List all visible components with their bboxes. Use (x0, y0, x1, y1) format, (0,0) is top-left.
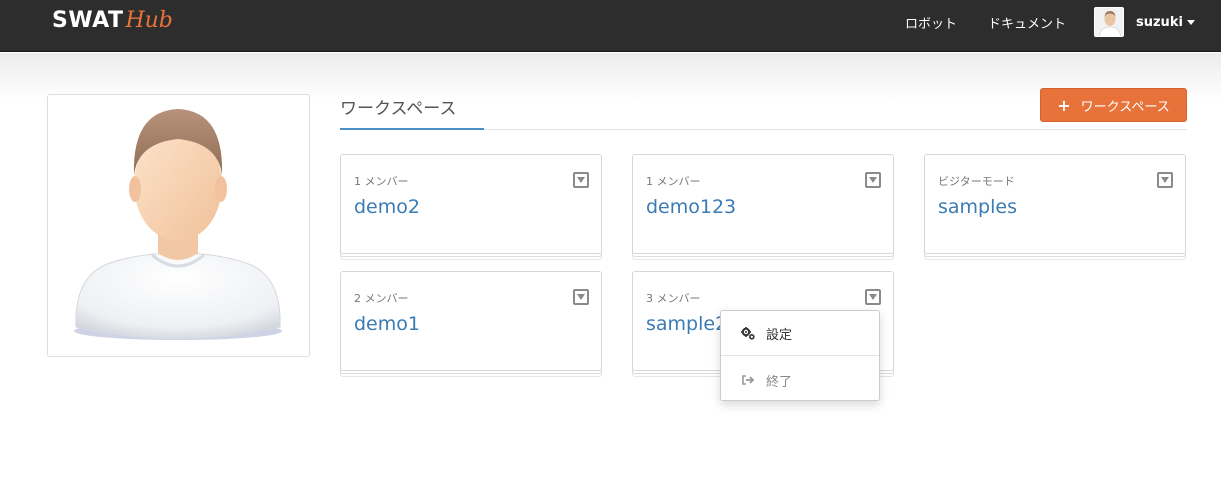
workspace-card[interactable]: ビジターモード samples (924, 154, 1186, 254)
workspace-card[interactable]: 1 メンバー demo2 (340, 154, 602, 254)
brand-sub-text: Hub (125, 8, 173, 33)
dropdown-item-exit[interactable]: 終了 (721, 360, 879, 400)
section-title-underline (340, 128, 484, 130)
workspace-member-count: ビジターモード (938, 175, 1015, 188)
workspace-card[interactable]: 2 メンバー demo1 (340, 271, 602, 371)
nav-link-robot[interactable]: ロボット (905, 13, 957, 32)
caret-square-down-icon[interactable] (573, 172, 589, 188)
user-menu-toggle[interactable]: suzuki (1094, 7, 1195, 37)
caret-square-down-icon[interactable] (865, 172, 881, 188)
nav-avatar (1094, 7, 1124, 37)
workspace-member-count: 3 メンバー (646, 292, 701, 305)
user-avatar-icon (1095, 8, 1123, 36)
sign-out-icon (742, 375, 755, 385)
dropdown-item-settings[interactable]: 設定 (721, 313, 879, 353)
caret-square-down-icon[interactable] (573, 289, 589, 305)
chevron-down-icon (1186, 19, 1195, 25)
top-navbar: SWAT Hub ロボット ドキュメント suzuki (0, 0, 1221, 52)
workspace-member-count: 1 メンバー (354, 175, 409, 188)
gears-icon (741, 327, 755, 340)
workspace-member-count: 2 メンバー (354, 292, 409, 305)
workspace-name-link[interactable]: demo1 (354, 313, 420, 335)
dropdown-item-settings-label: 設定 (766, 327, 793, 343)
workspace-name-link[interactable]: demo2 (354, 196, 420, 218)
workspace-name-link[interactable]: sample2 (646, 313, 727, 335)
workspace-card[interactable]: 1 メンバー demo123 (632, 154, 894, 254)
plus-icon: + (1057, 95, 1071, 115)
nav-link-docs[interactable]: ドキュメント (988, 13, 1066, 32)
profile-avatar-card (47, 94, 310, 357)
brand-logo[interactable]: SWAT Hub (52, 8, 173, 38)
workspace-name-link[interactable]: samples (938, 196, 1017, 218)
dropdown-item-exit-label: 終了 (766, 374, 793, 390)
profile-avatar-icon (74, 109, 282, 340)
add-workspace-label: ワークスペース (1080, 99, 1170, 115)
caret-square-down-icon[interactable] (1157, 172, 1173, 188)
workspace-member-count: 1 メンバー (646, 175, 701, 188)
brand-main-text: SWAT (52, 8, 124, 33)
section-title-workspaces: ワークスペース (340, 99, 457, 119)
dropdown-divider (721, 355, 879, 356)
caret-square-down-icon[interactable] (865, 289, 881, 305)
add-workspace-button[interactable]: + ワークスペース (1040, 88, 1187, 122)
workspace-options-dropdown: 設定 終了 (720, 310, 880, 401)
username-label: suzuki (1136, 14, 1183, 30)
workspace-name-link[interactable]: demo123 (646, 196, 736, 218)
